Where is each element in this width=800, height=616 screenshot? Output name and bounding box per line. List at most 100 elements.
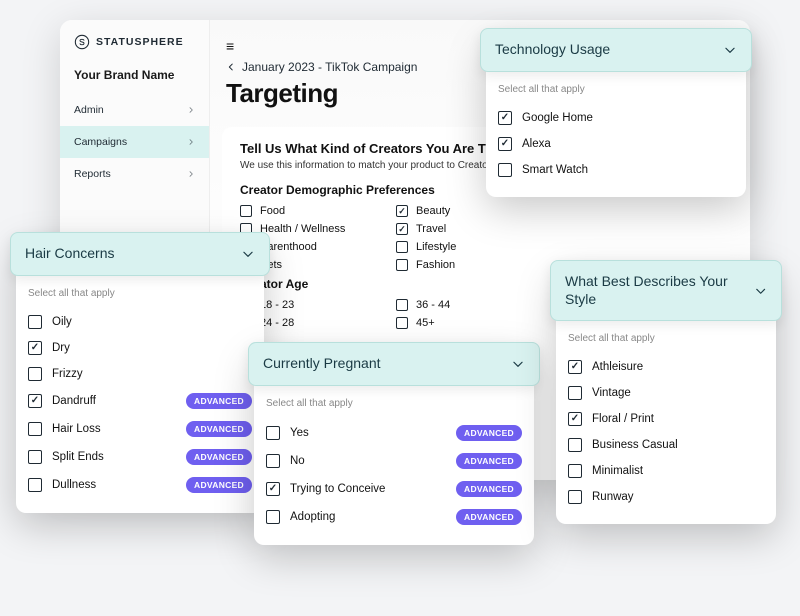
demographic-label: Travel	[416, 223, 446, 235]
checkbox[interactable]	[28, 450, 42, 464]
checkbox[interactable]	[396, 205, 408, 217]
sidebar-item-reports[interactable]: Reports	[60, 158, 209, 190]
tech-card-header[interactable]: Technology Usage	[480, 28, 752, 72]
preg-option[interactable]: Adopting ADVANCED	[266, 503, 522, 531]
advanced-badge: ADVANCED	[186, 449, 252, 465]
demographic-label: Health / Wellness	[260, 223, 345, 235]
age-option[interactable]: 36 - 44	[396, 299, 546, 311]
checkbox[interactable]	[28, 315, 42, 329]
preg-option[interactable]: Trying to Conceive ADVANCED	[266, 475, 522, 503]
style-option[interactable]: Athleisure	[568, 354, 764, 380]
style-option[interactable]: Floral / Print	[568, 406, 764, 432]
option-label: Business Casual	[592, 439, 678, 451]
sidebar-item-label: Admin	[74, 104, 104, 116]
hair-option[interactable]: Split EndsADVANCED	[28, 443, 252, 471]
option-label: Adopting	[290, 511, 335, 523]
checkbox[interactable]	[28, 422, 42, 436]
checkbox[interactable]	[396, 259, 408, 271]
option-label: Dullness	[52, 479, 96, 491]
checkbox[interactable]	[498, 163, 512, 177]
option-label: Floral / Print	[592, 413, 654, 425]
checkbox[interactable]	[568, 386, 582, 400]
hair-option[interactable]: DullnessADVANCED	[28, 471, 252, 499]
age-label: 45+	[416, 317, 435, 329]
checkbox[interactable]	[266, 454, 280, 468]
option-label: Trying to Conceive	[290, 483, 385, 495]
demographic-label: Beauty	[416, 205, 450, 217]
option-label: Yes	[290, 427, 309, 439]
hair-card-header[interactable]: Hair Concerns	[10, 232, 270, 276]
option-label: Vintage	[592, 387, 631, 399]
demographic-option[interactable]: Lifestyle	[396, 241, 546, 253]
age-label: 36 - 44	[416, 299, 450, 311]
logo-text: STATUSPHERE	[96, 36, 184, 48]
option-label: Athleisure	[592, 361, 643, 373]
hair-option[interactable]: Oily	[28, 309, 252, 335]
tech-option[interactable]: Google Home	[498, 105, 734, 131]
tech-option[interactable]: Alexa	[498, 131, 734, 157]
checkbox[interactable]	[568, 438, 582, 452]
chevron-right-icon	[187, 170, 195, 178]
tech-card-title: Technology Usage	[495, 41, 610, 59]
style-option[interactable]: Business Casual	[568, 432, 764, 458]
brand-name: Your Brand Name	[60, 64, 209, 94]
option-label: Smart Watch	[522, 164, 588, 176]
option-label: Frizzy	[52, 368, 83, 380]
checkbox[interactable]	[28, 478, 42, 492]
checkbox[interactable]	[568, 360, 582, 374]
advanced-badge: ADVANCED	[456, 509, 522, 525]
checkbox[interactable]	[266, 426, 280, 440]
style-hint: Select all that apply	[568, 333, 764, 344]
style-card: What Best Describes Your Style Select al…	[556, 266, 776, 524]
demographic-option[interactable]: Travel	[396, 223, 546, 235]
hair-option[interactable]: DandruffADVANCED	[28, 387, 252, 415]
option-label: Google Home	[522, 112, 593, 124]
chevron-down-icon	[511, 357, 525, 371]
advanced-badge: ADVANCED	[456, 481, 522, 497]
checkbox[interactable]	[568, 412, 582, 426]
preg-option[interactable]: Yes ADVANCED	[266, 419, 522, 447]
sidebar-item-label: Reports	[74, 168, 111, 180]
advanced-badge: ADVANCED	[456, 425, 522, 441]
chevron-right-icon	[187, 106, 195, 114]
hair-card-title: Hair Concerns	[25, 245, 114, 263]
checkbox[interactable]	[266, 510, 280, 524]
style-option[interactable]: Runway	[568, 484, 764, 510]
checkbox[interactable]	[568, 464, 582, 478]
checkbox[interactable]	[28, 341, 42, 355]
checkbox[interactable]	[266, 482, 280, 496]
tech-hint: Select all that apply	[498, 84, 734, 95]
checkbox[interactable]	[396, 317, 408, 329]
checkbox[interactable]	[28, 394, 42, 408]
demographic-label: Food	[260, 205, 285, 217]
style-card-header[interactable]: What Best Describes Your Style	[550, 260, 782, 321]
sidebar-item-admin[interactable]: Admin	[60, 94, 209, 126]
technology-usage-card: Technology Usage Select all that apply G…	[486, 34, 746, 197]
hair-option[interactable]: Frizzy	[28, 361, 252, 387]
demographic-label: Fashion	[416, 259, 455, 271]
hair-option[interactable]: Dry	[28, 335, 252, 361]
demographic-option[interactable]: Food	[240, 205, 390, 217]
option-label: Minimalist	[592, 465, 643, 477]
age-option[interactable]: 45+	[396, 317, 546, 329]
demographic-option[interactable]: Beauty	[396, 205, 546, 217]
checkbox[interactable]	[396, 299, 408, 311]
checkbox[interactable]	[396, 241, 408, 253]
preg-card-header[interactable]: Currently Pregnant	[248, 342, 540, 386]
style-option[interactable]: Minimalist	[568, 458, 764, 484]
hair-option[interactable]: Hair LossADVANCED	[28, 415, 252, 443]
checkbox[interactable]	[498, 111, 512, 125]
style-option[interactable]: Vintage	[568, 380, 764, 406]
checkbox[interactable]	[28, 367, 42, 381]
preg-option[interactable]: NoADVANCED	[266, 447, 522, 475]
checkbox[interactable]	[568, 490, 582, 504]
checkbox[interactable]	[396, 223, 408, 235]
demographic-label: Lifestyle	[416, 241, 456, 253]
tech-option[interactable]: Smart Watch	[498, 157, 734, 183]
style-card-title: What Best Describes Your Style	[565, 273, 754, 308]
checkbox[interactable]	[498, 137, 512, 151]
advanced-badge: ADVANCED	[456, 453, 522, 469]
sidebar-item-campaigns[interactable]: Campaigns	[60, 126, 209, 158]
checkbox[interactable]	[240, 205, 252, 217]
demographic-option[interactable]: Fashion	[396, 259, 546, 271]
